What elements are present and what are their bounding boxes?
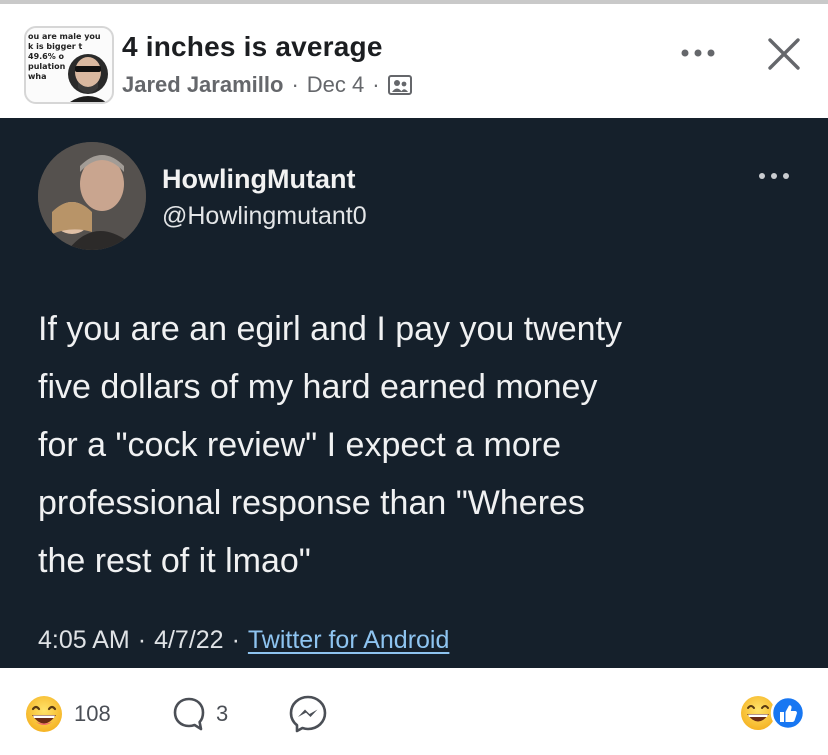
reaction-summary[interactable] [738, 694, 808, 732]
author-name[interactable]: Jared Jaramillo [122, 72, 283, 98]
tweet-footer-separator: · [231, 626, 240, 654]
messenger-icon [289, 695, 327, 733]
tweet-time: 4:05 AM [38, 626, 130, 654]
group-thumbnail[interactable]: ou are male you k is bigger t 49.6% o pu… [24, 26, 114, 104]
close-button[interactable] [762, 32, 806, 76]
comment-button[interactable]: 3 [172, 696, 228, 732]
post-title: 4 inches is average [122, 31, 383, 62]
post-header: ou are male you k is bigger t 49.6% o pu… [0, 4, 828, 118]
like-icon [770, 695, 806, 731]
tweet-date: 4/7/22 [154, 626, 224, 654]
tweet-body-line: If you are an egirl and I pay you twenty [38, 310, 623, 348]
tweet-body-line: the rest of it lmao" [38, 542, 311, 580]
tweet-body: If you are an egirl and I pay you twenty… [38, 300, 798, 590]
laughing-emoji-icon [741, 696, 775, 730]
messenger-share-button[interactable] [288, 694, 328, 734]
reaction-summary-icons [741, 695, 806, 731]
tweet-client-link: Twitter for Android [247, 626, 450, 654]
tweet-screenshot-image[interactable]: HowlingMutant @Howlingmutant0 If you are… [0, 118, 828, 668]
tweet-footer: 4:05 AM · 4/7/22 · Twitter for Android [38, 626, 449, 655]
meta-separator: · [372, 72, 380, 97]
meta-separator: · [291, 72, 299, 97]
post-meta: Jared Jaramillo · Dec 4 · [122, 72, 412, 98]
tweet-body-line: for a "cock review" I expect a more [38, 426, 561, 464]
reaction-count: 108 [74, 701, 111, 726]
comment-count: 3 [216, 701, 229, 726]
tweet-body-line: professional response than "Wheres [38, 484, 585, 522]
react-button[interactable]: 108 [24, 694, 111, 734]
reactions-bar: 108 3 [0, 668, 828, 755]
tweet-display-name: HowlingMutant [162, 164, 356, 194]
post-more-button[interactable] [676, 38, 720, 68]
thumbnail-face-image [68, 54, 108, 102]
tweet-footer-separator: · [137, 626, 147, 654]
tweet-body-line: five dollars of my hard earned money [38, 368, 598, 406]
members-icon [387, 75, 412, 95]
laughing-emoji-icon [26, 696, 62, 732]
post-date[interactable]: Dec 4 [307, 72, 364, 98]
tweet-avatar [38, 142, 146, 250]
comment-bubble-icon [173, 697, 205, 731]
avatar-photo [38, 142, 146, 250]
tweet-more-icon [759, 173, 789, 179]
tweet-handle: @Howlingmutant0 [162, 202, 367, 230]
more-horizontal-icon [681, 49, 715, 57]
close-icon [768, 38, 800, 70]
